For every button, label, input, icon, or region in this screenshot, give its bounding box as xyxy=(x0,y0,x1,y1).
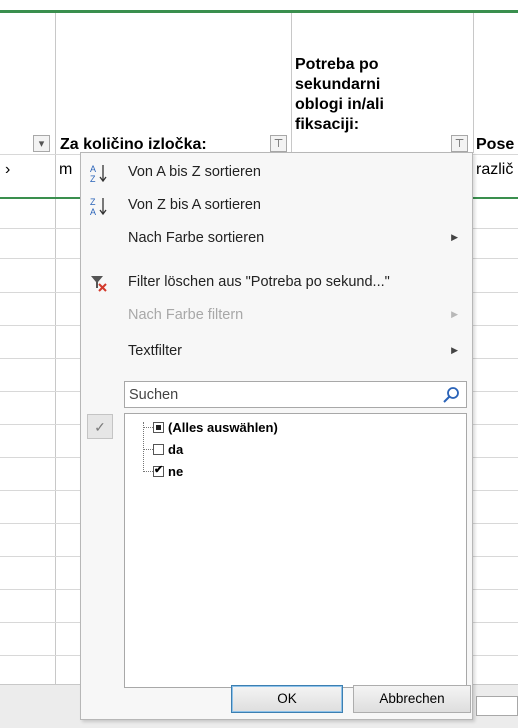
bottom-input-field[interactable] xyxy=(476,696,518,716)
column-c-header-line: oblogi in/ali xyxy=(295,96,384,113)
svg-text:Z: Z xyxy=(90,197,96,207)
autofilter-menu: A Z Von A bis Z sortieren Z A Von Z bis … xyxy=(80,152,473,720)
column-d-header: Posе xyxy=(476,136,515,153)
svg-text:A: A xyxy=(90,164,96,174)
menu-item-clear-filter[interactable]: Filter löschen aus "Potreba po sekund...… xyxy=(81,267,472,300)
tree-connector xyxy=(143,471,153,472)
checkmark-icon: ✓ xyxy=(87,414,113,439)
header-top-border xyxy=(0,10,518,13)
select-all-checkbox[interactable] xyxy=(153,422,164,433)
submenu-arrow-icon: ▶ xyxy=(451,345,458,355)
list-item-label: ne xyxy=(168,464,184,479)
search-box xyxy=(124,381,467,408)
tree-connector xyxy=(143,427,153,428)
sort-descending-icon: Z A xyxy=(90,197,107,216)
column-c-header-line: fiksaciji: xyxy=(295,116,360,133)
cell-b1[interactable]: m xyxy=(59,161,72,179)
submenu-arrow-icon: ▶ xyxy=(451,232,458,242)
cancel-button[interactable]: Abbrechen xyxy=(353,685,471,713)
menu-item-sort-a-to-z[interactable]: A Z Von A bis Z sortieren xyxy=(81,157,472,190)
column-divider xyxy=(473,13,474,153)
menu-item-sort-z-to-a[interactable]: Z A Von Z bis A sortieren xyxy=(81,190,472,223)
list-item-label: da xyxy=(168,442,184,457)
search-input[interactable] xyxy=(129,385,429,404)
value-checkbox[interactable] xyxy=(153,463,164,477)
menu-item-label: Filter löschen aus "Potreba po sekund...… xyxy=(128,274,390,290)
menu-item-label: Von Z bis A sortieren xyxy=(128,197,261,213)
svg-text:A: A xyxy=(90,207,96,216)
menu-item-label: Von A bis Z sortieren xyxy=(128,164,261,180)
filter-active-icon: ⊤ xyxy=(273,138,284,150)
column-divider xyxy=(291,13,292,153)
menu-item-filter-by-color: Nach Farbe filtern ▶ xyxy=(81,300,472,333)
menu-item-label: Nach Farbe filtern xyxy=(128,307,244,323)
column-b-filter-button[interactable]: ⊤ xyxy=(270,135,287,152)
ok-button[interactable]: OK xyxy=(231,685,343,713)
column-c-header-line: sekundarni xyxy=(295,76,381,93)
search-icon[interactable] xyxy=(442,386,460,404)
menu-item-label: Textfilter xyxy=(128,343,182,359)
column-a-filter-button[interactable]: ▾ xyxy=(33,135,50,152)
column-divider xyxy=(55,13,56,684)
list-item-label: (Alles auswählen) xyxy=(168,420,278,435)
cell-d1[interactable]: različ xyxy=(476,161,513,179)
column-c-header-line: Potreba po xyxy=(295,56,379,73)
value-checkbox[interactable] xyxy=(153,444,164,455)
tree-connector xyxy=(143,422,144,472)
menu-item-text-filter[interactable]: Textfilter ▶ xyxy=(81,336,472,369)
tree-connector xyxy=(143,449,153,450)
menu-item-label: Nach Farbe sortieren xyxy=(128,230,265,246)
cell-a1[interactable]: › xyxy=(5,161,10,179)
sort-ascending-icon: A Z xyxy=(90,164,107,183)
svg-text:Z: Z xyxy=(90,174,96,183)
column-c-filter-button[interactable]: ⊤ xyxy=(451,135,468,152)
filter-active-icon: ⊤ xyxy=(454,138,465,150)
submenu-arrow-icon: ▶ xyxy=(451,309,458,319)
menu-item-sort-by-color[interactable]: Nach Farbe sortieren ▶ xyxy=(81,223,472,256)
value-list: (Alles auswählen) da ne xyxy=(124,413,467,688)
clear-filter-icon xyxy=(91,276,107,292)
